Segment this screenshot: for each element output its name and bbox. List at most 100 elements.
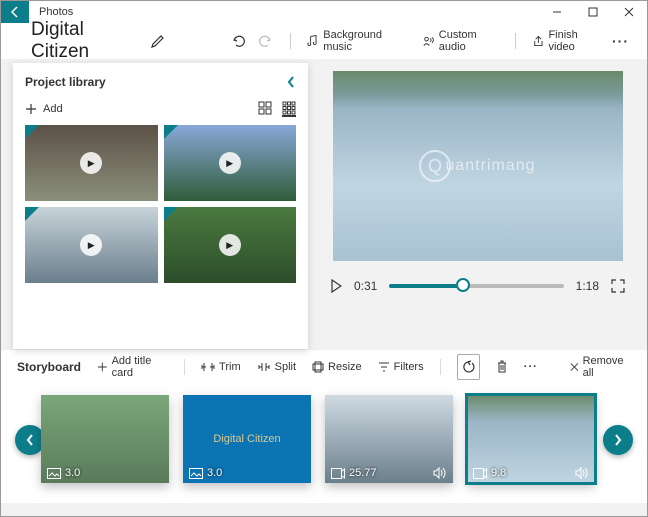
storyboard-toolbar: Storyboard Add title card Trim Split Res… — [1, 349, 647, 383]
used-badge-icon — [164, 207, 178, 221]
main-toolbar: Digital Citizen Background music Custom … — [1, 23, 647, 59]
title-card-text: Digital Citizen — [213, 433, 280, 445]
fullscreen-button[interactable] — [611, 279, 625, 293]
current-time: 0:31 — [354, 279, 377, 293]
filters-button[interactable]: Filters — [378, 361, 424, 373]
clip-duration: 3.0 — [65, 467, 80, 479]
library-header: Project library — [25, 75, 296, 89]
clip-duration: 3.0 — [207, 467, 222, 479]
split-button[interactable]: Split — [257, 361, 296, 373]
delete-button[interactable] — [496, 360, 508, 374]
trash-icon — [496, 360, 508, 374]
export-icon — [532, 34, 545, 48]
storyboard-track: 3.0 Digital Citizen 3.0 25.77 9.8 — [1, 383, 647, 503]
split-label: Split — [275, 361, 296, 373]
custom-audio-button[interactable]: Custom audio — [422, 29, 501, 53]
trim-button[interactable]: Trim — [201, 361, 241, 373]
storyboard-clip[interactable]: 25.77 — [325, 395, 453, 483]
close-icon — [570, 362, 579, 372]
library-item[interactable]: ▶ — [25, 125, 158, 201]
clip-info: 25.77 — [331, 467, 377, 479]
library-title: Project library — [25, 75, 106, 89]
player-controls: 0:31 1:18 — [326, 279, 629, 293]
custom-audio-label: Custom audio — [439, 29, 501, 53]
chevron-left-icon — [25, 433, 35, 447]
play-icon: ▶ — [219, 234, 241, 256]
collapse-button[interactable] — [286, 75, 296, 89]
video-preview[interactable]: Q uantrimang — [333, 71, 623, 261]
used-badge-icon — [25, 125, 39, 139]
add-title-card-button[interactable]: Add title card — [97, 355, 168, 379]
close-button[interactable] — [611, 1, 647, 23]
large-grid-button[interactable] — [258, 101, 272, 117]
fullscreen-icon — [611, 279, 625, 293]
music-note-icon — [306, 34, 319, 48]
watermark-text: uantrimang — [445, 157, 535, 175]
close-icon — [624, 7, 634, 17]
more-clip-button[interactable]: ··· — [524, 361, 538, 373]
preview-pane: Q uantrimang 0:31 1:18 — [308, 59, 647, 349]
play-icon — [330, 279, 342, 293]
play-icon: ▶ — [80, 234, 102, 256]
edit-title-button[interactable] — [150, 33, 166, 49]
ellipsis-icon: ··· — [524, 361, 538, 373]
storyboard-clip[interactable]: 3.0 — [41, 395, 169, 483]
chevron-right-icon — [613, 433, 623, 447]
library-item[interactable]: ▶ — [164, 207, 297, 283]
seek-fill — [389, 284, 462, 288]
divider — [515, 33, 516, 49]
scroll-right-button[interactable] — [603, 425, 633, 455]
divider — [184, 359, 185, 375]
remove-all-label: Remove all — [583, 355, 631, 379]
clip-info: 9.8 — [473, 467, 506, 479]
storyboard-label: Storyboard — [17, 360, 81, 374]
project-library-panel: Project library Add ▶ ▶ ▶ ▶ — [13, 63, 308, 349]
arrow-left-icon — [9, 6, 21, 18]
play-icon: ▶ — [80, 152, 102, 174]
storyboard-clip-selected[interactable]: 9.8 — [467, 395, 595, 483]
rotate-icon — [461, 360, 475, 374]
small-grid-button[interactable] — [282, 101, 296, 117]
bg-music-label: Background music — [323, 29, 406, 53]
plus-icon — [97, 361, 108, 373]
redo-button[interactable] — [252, 33, 276, 49]
rotate-button[interactable] — [457, 354, 480, 380]
seek-knob[interactable] — [456, 278, 470, 292]
add-label: Add — [43, 103, 63, 115]
play-button[interactable] — [330, 279, 342, 293]
speaker-icon — [433, 467, 447, 479]
add-media-button[interactable]: Add — [25, 103, 63, 115]
seek-slider[interactable] — [389, 284, 563, 288]
filters-label: Filters — [394, 361, 424, 373]
project-title: Digital Citizen — [31, 19, 138, 63]
remove-all-button[interactable]: Remove all — [570, 355, 631, 379]
more-button[interactable]: ··· — [612, 33, 629, 49]
total-time: 1:18 — [576, 279, 599, 293]
video-icon — [331, 468, 345, 479]
resize-button[interactable]: Resize — [312, 361, 362, 373]
minimize-button[interactable] — [539, 1, 575, 23]
library-item[interactable]: ▶ — [164, 125, 297, 201]
resize-label: Resize — [328, 361, 362, 373]
clip-audio-indicator — [433, 467, 447, 479]
library-item[interactable]: ▶ — [25, 207, 158, 283]
background-music-button[interactable]: Background music — [306, 29, 406, 53]
grid-small-icon — [282, 101, 296, 115]
divider — [440, 359, 441, 375]
divider — [290, 33, 291, 49]
clip-audio-indicator — [575, 467, 589, 479]
ellipsis-icon: ··· — [612, 33, 629, 49]
maximize-button[interactable] — [575, 1, 611, 23]
finish-video-button[interactable]: Finish video — [532, 29, 602, 53]
clip-duration: 9.8 — [491, 467, 506, 479]
back-button[interactable] — [1, 1, 29, 23]
image-icon — [189, 468, 203, 479]
redo-icon — [256, 33, 272, 49]
storyboard-clip[interactable]: Digital Citizen 3.0 — [183, 395, 311, 483]
speaker-icon — [575, 467, 589, 479]
undo-button[interactable] — [228, 33, 252, 49]
play-icon: ▶ — [219, 152, 241, 174]
minimize-icon — [552, 7, 562, 17]
undo-icon — [232, 33, 248, 49]
add-title-label: Add title card — [112, 355, 169, 379]
